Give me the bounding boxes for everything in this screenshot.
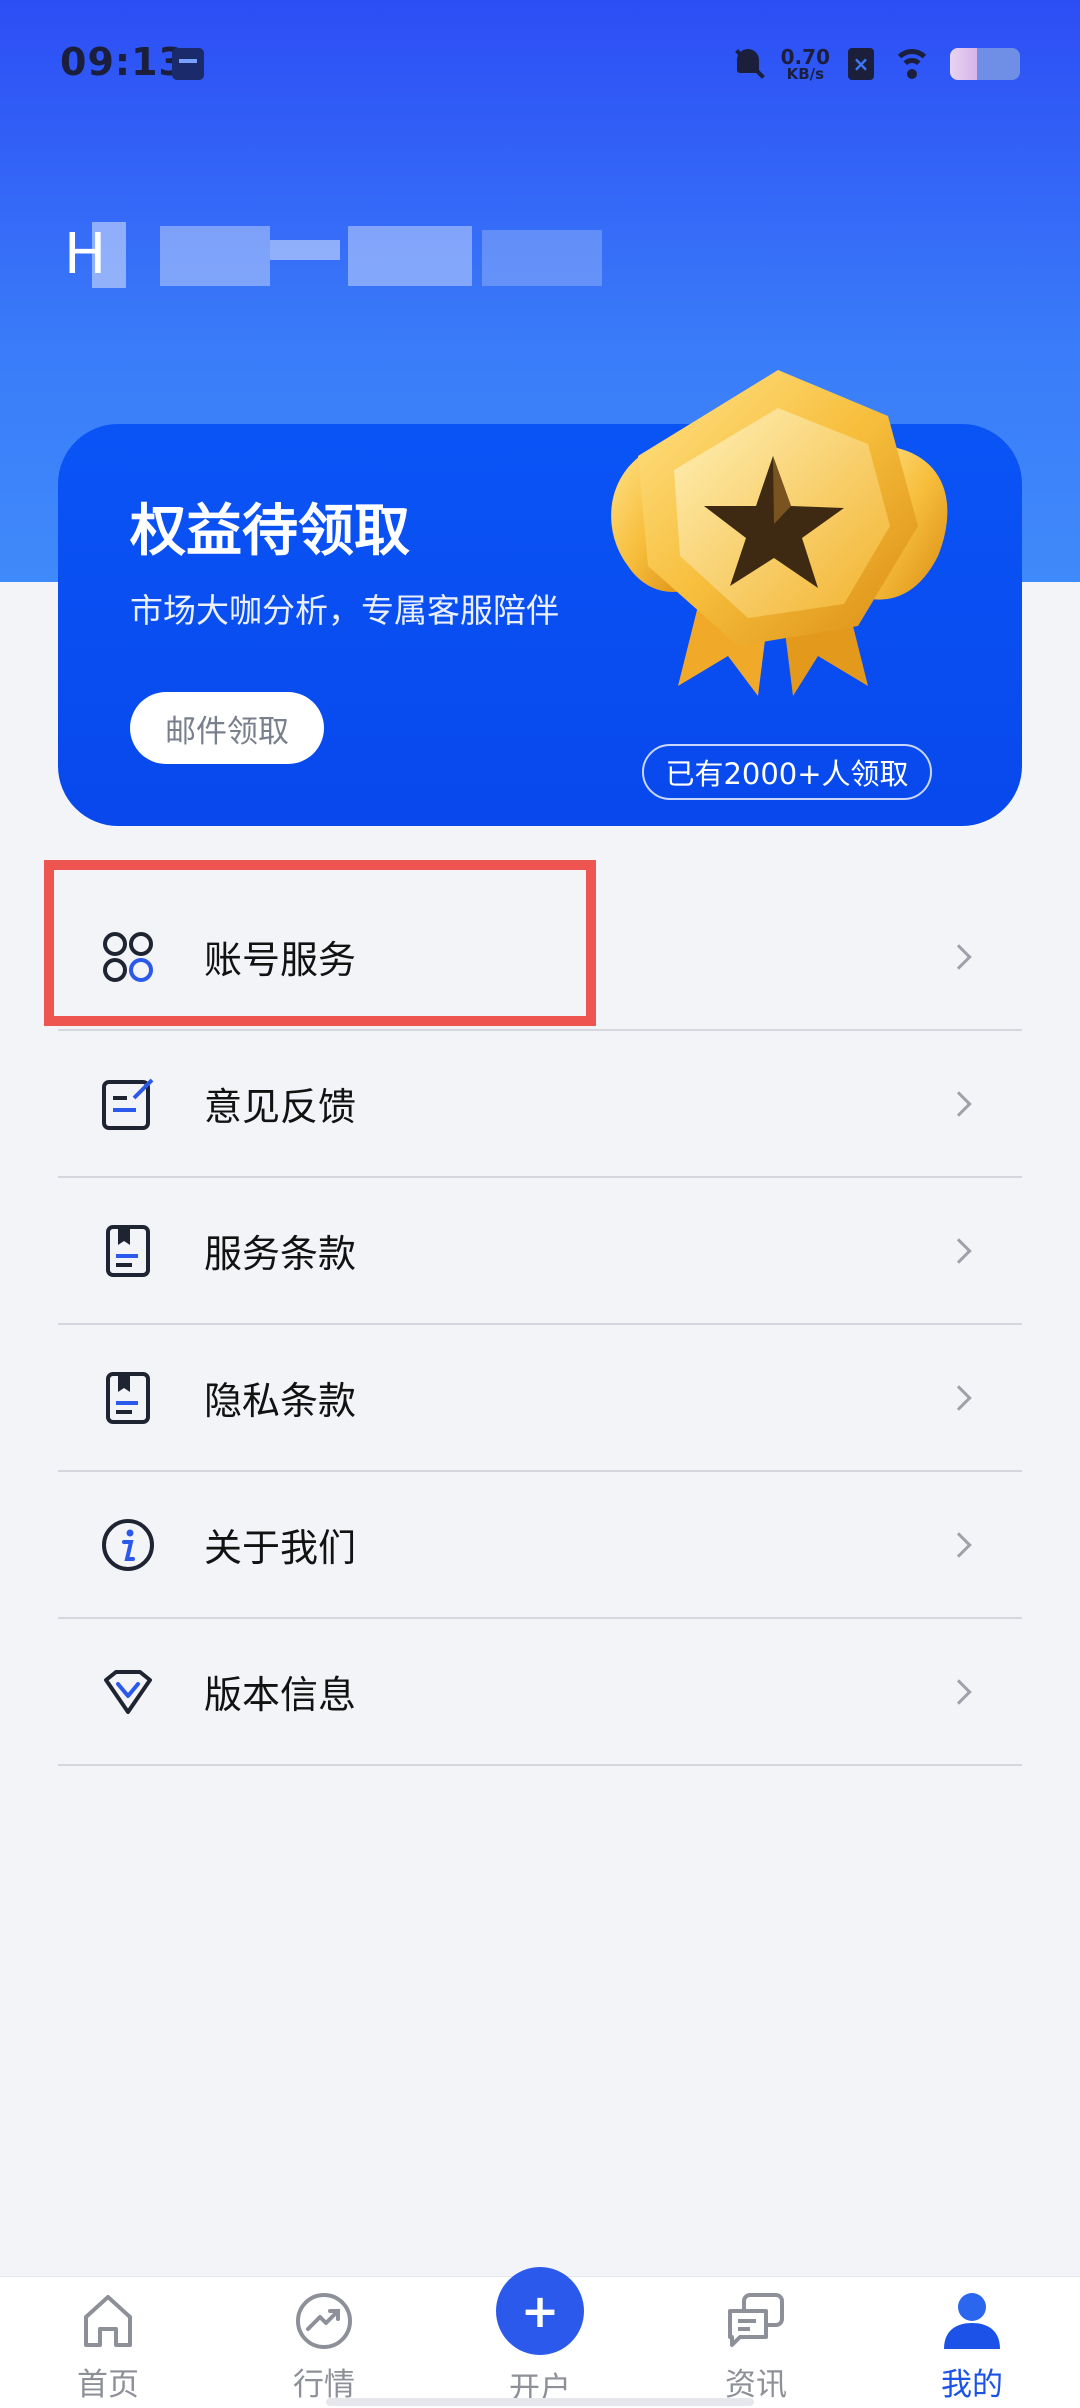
menu-item-feedback[interactable]: 意见反馈 <box>58 1031 1022 1178</box>
wifi-icon <box>892 49 932 79</box>
status-bar: 09:13 0.70 KB/s × <box>0 0 1080 128</box>
plus-icon: + <box>520 2284 560 2338</box>
bottom-navigation: 首页 行情 + 开户 资讯 我的 <box>0 2267 1080 2408</box>
menu-item-label: 账号服务 <box>204 938 357 982</box>
status-time: 09:13 <box>60 40 186 84</box>
network-speed: 0.70 KB/s <box>781 47 830 82</box>
news-icon <box>728 2293 784 2347</box>
menu-item-terms[interactable]: 服务条款 <box>58 1178 1022 1325</box>
chevron-right-icon <box>946 1090 972 1117</box>
battery-level <box>950 48 977 80</box>
nav-label: 我的 <box>941 2367 1003 2403</box>
network-speed-value: 0.70 <box>780 44 830 69</box>
menu-item-label: 隐私条款 <box>204 1379 357 1423</box>
menu-item-label: 关于我们 <box>204 1526 357 1570</box>
menu-item-label: 服务条款 <box>204 1232 357 1276</box>
open-account-button[interactable]: + <box>496 2267 584 2355</box>
chevron-right-icon <box>946 1678 972 1705</box>
network-speed-unit: KB/s <box>786 64 825 83</box>
status-indicators: 0.70 KB/s × <box>733 40 1020 88</box>
home-indicator[interactable] <box>326 2398 754 2406</box>
username-blurred-region <box>92 210 632 300</box>
home-icon <box>84 2295 132 2347</box>
benefit-title: 权益待领取 <box>130 499 410 564</box>
menu-item-account-service[interactable]: 账号服务 <box>58 884 1022 1031</box>
menu-item-label: 版本信息 <box>204 1673 357 1717</box>
menu-list: 账号服务 意见反馈 服务条款 隐私条款 关于我们 版本信息 <box>58 884 1022 1766</box>
battery-icon <box>950 48 1020 80</box>
market-icon <box>296 2293 352 2349</box>
nav-item-mine[interactable]: 我的 <box>892 2277 1052 2408</box>
privacy-icon <box>106 1371 150 1424</box>
menu-item-label: 意见反馈 <box>204 1085 357 1129</box>
menu-item-about[interactable]: 关于我们 <box>58 1472 1022 1619</box>
nav-item-home[interactable]: 首页 <box>28 2277 188 2408</box>
mute-bell-icon <box>733 47 763 81</box>
menu-item-privacy[interactable]: 隐私条款 <box>58 1325 1022 1472</box>
account-service-icon <box>103 931 153 982</box>
user-icon <box>944 2293 1000 2349</box>
chevron-right-icon <box>946 1384 972 1411</box>
chevron-right-icon <box>946 1531 972 1558</box>
terms-icon <box>106 1224 150 1277</box>
nav-item-market[interactable]: 行情 <box>244 2277 404 2408</box>
info-icon <box>102 1518 154 1571</box>
notification-app-icon <box>172 48 204 80</box>
menu-item-version[interactable]: 版本信息 <box>58 1619 1022 1766</box>
feedback-icon <box>102 1078 154 1130</box>
claim-count-badge: 已有2000+人领取 <box>642 744 932 800</box>
close-box-icon: × <box>848 48 874 80</box>
chevron-right-icon <box>946 943 972 970</box>
email-claim-button[interactable]: 邮件领取 <box>130 692 324 764</box>
chevron-right-icon <box>946 1237 972 1264</box>
nav-label: 首页 <box>77 2367 139 2403</box>
benefit-subtitle: 市场大咖分析，专属客服陪伴 <box>130 591 559 630</box>
medal-icon <box>611 370 948 696</box>
nav-item-news[interactable]: 资讯 <box>676 2277 836 2408</box>
version-icon <box>104 1669 152 1714</box>
